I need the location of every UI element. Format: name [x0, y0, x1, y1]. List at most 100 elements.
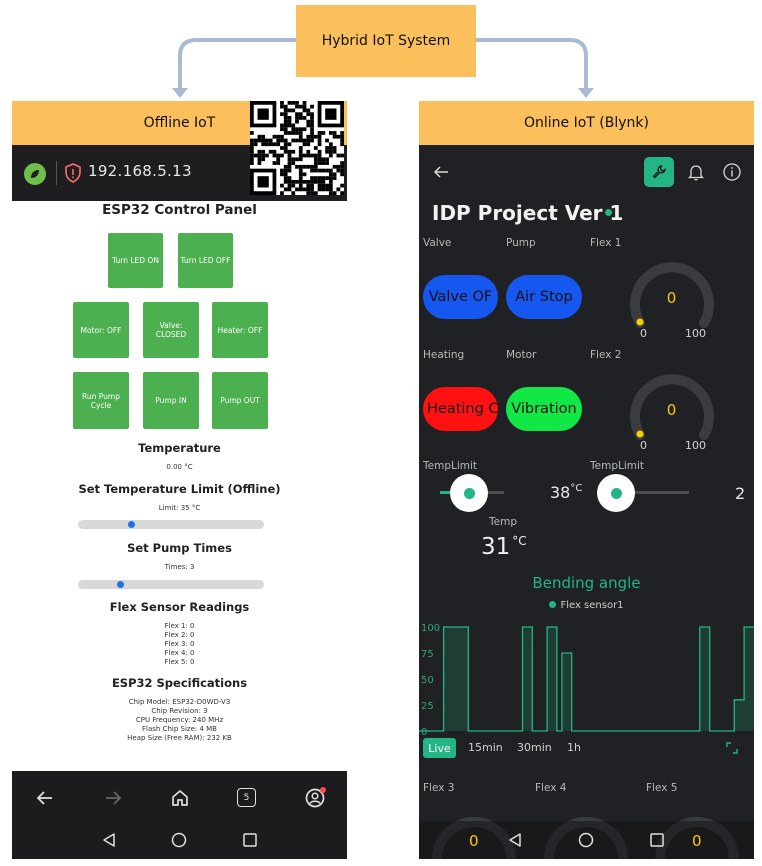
temp-limit-heading: Set Temperature Limit (Offline) — [78, 482, 281, 496]
system-back-icon[interactable] — [100, 831, 118, 849]
connector-left — [178, 38, 296, 90]
url-text[interactable]: 192.168.5.13 — [88, 162, 192, 180]
chart-title: Bending angle — [532, 574, 641, 592]
flex2-gauge-value: 0 — [666, 401, 677, 419]
legend-swatch — [549, 601, 557, 608]
specs-heading: ESP32 Specifications — [111, 676, 248, 690]
diagram-title: Hybrid IoT System — [296, 5, 476, 77]
flex-reading: Flex 4: 0 — [164, 649, 195, 658]
bell-icon[interactable] — [687, 162, 705, 182]
label-heating: Heating — [423, 349, 465, 361]
flex1-gauge-min: 0 — [640, 327, 647, 340]
y-tick-label: 100 — [421, 623, 440, 634]
system-recents-icon[interactable] — [241, 831, 259, 849]
series-area — [419, 627, 754, 731]
flex2-gauge-min: 0 — [640, 439, 647, 452]
arrowhead-right — [578, 88, 594, 98]
expand-icon[interactable] — [725, 741, 739, 755]
label-flex2: Flex 2 — [590, 349, 622, 361]
forward-arrow-icon[interactable] — [102, 787, 124, 809]
pump-toggle-button[interactable]: Air Stop — [506, 275, 582, 319]
valve-button[interactable]: Valve: CLOSED — [143, 302, 199, 358]
label-flex4: Flex 4 — [535, 782, 567, 794]
qr-code — [250, 101, 344, 195]
back-arrow-icon[interactable] — [431, 162, 451, 182]
templimit2-slider-knob[interactable] — [597, 474, 635, 512]
flex5-gauge-value: 0 — [692, 832, 702, 850]
y-tick-label: 25 — [421, 701, 434, 712]
specs-list: Chip Model: ESP32-D0WD-V3 Chip Revision:… — [12, 698, 347, 743]
online-phone: Online IoT (Blynk) IDP Project Ver 1 Val… — [419, 101, 754, 859]
y-tick-label: 50 — [421, 675, 434, 686]
flex-reading: Flex 5: 0 — [164, 658, 195, 667]
spec-line: Flash Chip Size: 4 MB — [142, 725, 217, 734]
flex3-gauge-value: 0 — [469, 832, 479, 850]
spec-line: CPU Frequency: 240 MHz — [135, 716, 224, 725]
label-flex5: Flex 5 — [646, 782, 678, 794]
temp-value: 31 °C — [481, 534, 527, 560]
wrench-icon[interactable] — [644, 157, 674, 187]
shield-warning-icon — [65, 163, 81, 183]
y-tick-label: 75 — [421, 649, 434, 660]
flex-reading: Flex 1: 0 — [164, 622, 195, 630]
pump-times-text: Times: 3 — [164, 563, 195, 571]
spec-line: Chip Model: ESP32-D0WD-V3 — [128, 698, 231, 706]
pump-in-button[interactable]: Pump IN — [143, 372, 199, 429]
range-1h[interactable]: 1h — [567, 741, 581, 754]
led-on-button[interactable]: Turn LED ON — [108, 233, 163, 288]
tabs-count-icon[interactable]: 5 — [237, 788, 256, 807]
valve-toggle-button[interactable]: Valve OF — [423, 275, 498, 319]
label-flex3: Flex 3 — [423, 782, 455, 794]
legend-label: Flex sensor1 — [560, 600, 624, 611]
y-tick-label: 0 — [421, 727, 427, 738]
system-recents-icon[interactable] — [648, 831, 666, 849]
templimit1-slider-knob[interactable] — [450, 474, 488, 512]
label-flex1: Flex 1 — [590, 237, 622, 249]
flex-readings-heading: Flex Sensor Readings — [109, 600, 250, 614]
heater-button[interactable]: Heater: OFF — [212, 302, 268, 358]
led-off-button[interactable]: Turn LED OFF — [178, 233, 233, 288]
motor-button[interactable]: Motor: OFF — [73, 302, 129, 358]
chart-legend: Flex sensor1 — [419, 600, 754, 611]
bending-angle-chart: 100 75 50 25 0 — [419, 623, 754, 738]
system-home-icon[interactable] — [170, 831, 188, 849]
range-live[interactable]: Live — [423, 738, 456, 758]
range-30min[interactable]: 30min — [517, 741, 552, 754]
pump-times-slider[interactable] — [78, 580, 264, 589]
flex2-gauge-max: 100 — [685, 439, 706, 452]
flex1-gauge: 0 0 100 — [624, 251, 719, 346]
profile-icon[interactable] — [303, 785, 329, 811]
flex1-gauge-max: 100 — [685, 327, 706, 340]
back-arrow-icon[interactable] — [34, 787, 56, 809]
temperature-value: 0.00 °C — [166, 463, 193, 471]
temp-limit-slider-knob[interactable] — [128, 521, 136, 528]
label-motor: Motor — [506, 349, 537, 361]
flex-reading: Flex 3: 0 — [164, 640, 195, 649]
range-15min[interactable]: 15min — [468, 741, 503, 754]
label-pump: Pump — [506, 237, 536, 249]
pump-out-button[interactable]: Pump OUT — [212, 372, 268, 429]
temperature-heading: Temperature — [138, 441, 221, 455]
motor-toggle-button[interactable]: Vibration — [506, 387, 582, 431]
label-templimit-2: TempLimit — [590, 460, 645, 472]
templimit2-value: 2 — [735, 484, 746, 503]
run-pump-cycle-button[interactable]: Run Pump Cycle — [73, 372, 129, 429]
temp-limit-text: Limit: 35 °C — [158, 504, 201, 512]
arrowhead-left — [172, 88, 188, 98]
system-back-icon[interactable] — [506, 831, 524, 849]
temp-limit-slider[interactable] — [78, 520, 264, 529]
spec-line: Chip Revision: 3 — [151, 707, 208, 716]
templimit1-value: 38°C — [550, 483, 583, 502]
heating-toggle-button[interactable]: Heating C — [423, 387, 498, 431]
flex2-gauge: 0 0 100 — [624, 363, 719, 458]
flex-readings-list: Flex 1: 0 Flex 2: 0 Flex 3: 0 Flex 4: 0 … — [12, 622, 347, 667]
info-icon[interactable] — [722, 162, 742, 182]
connector-right — [476, 38, 588, 90]
pump-times-slider-knob[interactable] — [117, 581, 125, 588]
home-icon[interactable] — [169, 787, 191, 809]
system-home-icon[interactable] — [577, 831, 595, 849]
label-temp: Temp — [489, 516, 517, 528]
url-separator — [56, 161, 57, 185]
offline-phone: Offline IoT 192.168.5.13 ESP32 Control P… — [12, 101, 347, 859]
label-valve: Valve — [423, 237, 452, 249]
